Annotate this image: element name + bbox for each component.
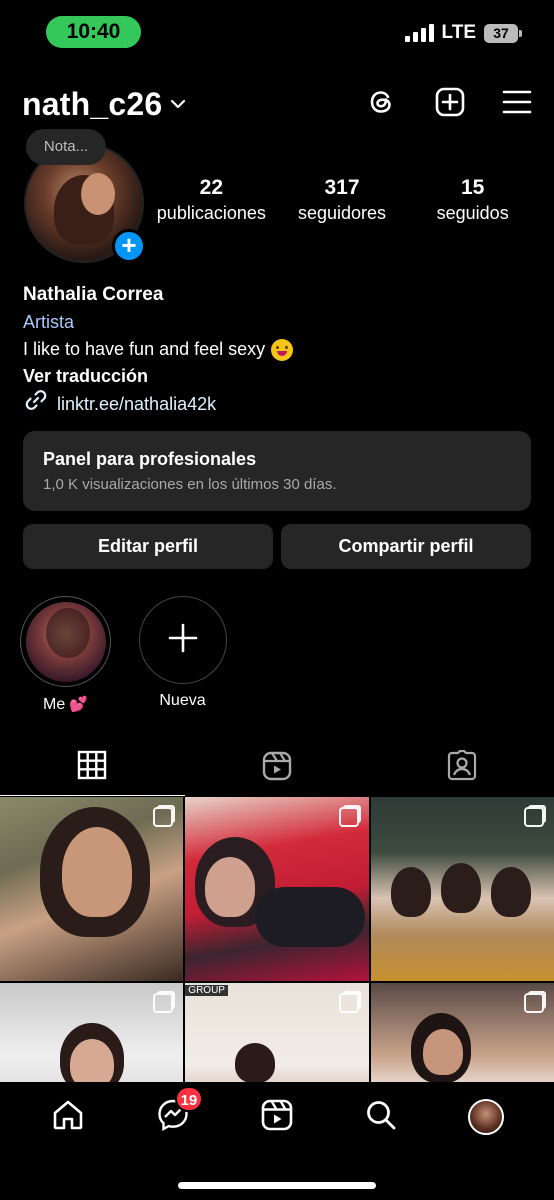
tab-reels[interactable] <box>185 740 370 796</box>
edit-profile-button[interactable]: Editar perfil <box>23 524 273 569</box>
highlight-new-label: Nueva <box>159 692 206 709</box>
messages-badge: 19 <box>174 1085 204 1112</box>
multiple-posts-icon <box>523 807 544 827</box>
post-thumbnail[interactable] <box>185 797 369 981</box>
profile-tabs <box>0 740 554 796</box>
plus-icon <box>167 622 199 659</box>
dashboard-title: Panel para profesionales <box>43 449 257 469</box>
status-indicators: LTE 37 <box>404 22 522 44</box>
tab-posts[interactable] <box>0 740 185 796</box>
username[interactable]: nath_c26 <box>22 86 162 123</box>
multiple-posts-icon <box>153 807 174 827</box>
stat-following-label: seguidos <box>436 203 509 223</box>
threads-icon[interactable] <box>366 86 398 123</box>
stat-followers-label: seguidores <box>297 203 387 223</box>
highlight-me-label: Me <box>43 696 66 713</box>
reels-icon <box>261 750 293 787</box>
link-icon <box>23 387 49 422</box>
translate-link[interactable]: Ver traducción <box>23 363 533 389</box>
chevron-down-icon[interactable] <box>170 97 186 115</box>
stat-followers-count: 317 <box>324 176 360 199</box>
dashboard-subtitle: 1,0 K visualizaciones en los últimos 30 … <box>43 476 337 493</box>
multiple-posts-icon <box>338 807 359 827</box>
highlight-new[interactable]: Nueva <box>137 596 228 714</box>
tab-tagged[interactable] <box>369 740 554 796</box>
highlight-me-ring <box>20 596 111 687</box>
profile-category[interactable]: Artista <box>23 308 533 336</box>
nav-profile[interactable] <box>456 1099 516 1135</box>
menu-icon[interactable] <box>502 89 532 120</box>
stat-following-count: 15 <box>461 176 485 199</box>
heart-icon: 💕 <box>69 696 88 713</box>
search-icon <box>364 1098 398 1137</box>
profile-actions: Editar perfil Compartir perfil <box>23 524 531 569</box>
profile-stats: 22 publicaciones 317 seguidores 15 segui… <box>146 176 538 224</box>
grid-icon <box>77 750 107 785</box>
group-tag: GROUP <box>185 985 228 996</box>
network-type: LTE <box>441 22 476 43</box>
note-bubble[interactable]: Nota... <box>26 129 106 165</box>
highlight-me-image <box>25 601 106 682</box>
multiple-posts-icon <box>338 993 359 1013</box>
battery-icon: 37 <box>484 23 522 43</box>
story-highlights: Me 💕 Nueva <box>20 596 228 714</box>
yum-emoji-icon <box>271 338 294 361</box>
tagged-icon <box>446 749 478 787</box>
multiple-posts-icon <box>153 993 174 1013</box>
share-profile-button[interactable]: Compartir perfil <box>281 524 531 569</box>
nav-reels[interactable] <box>247 1098 307 1137</box>
professional-dashboard[interactable]: Panel para profesionales 1,0 K visualiza… <box>23 431 531 511</box>
nav-messages[interactable]: 19 <box>143 1085 204 1137</box>
stat-posts-label: publicaciones <box>156 203 266 223</box>
stat-posts-count: 22 <box>199 176 224 199</box>
status-time: 10:40 <box>46 16 141 48</box>
post-thumbnail[interactable] <box>0 797 184 981</box>
bio-text: I like to have fun and feel sexy <box>23 339 266 359</box>
profile-header: nath_c26 <box>22 80 532 128</box>
create-post-icon[interactable] <box>434 86 466 123</box>
bio-link[interactable]: linktr.ee/nathalia42k <box>23 389 533 419</box>
new-highlight-ring <box>138 596 227 684</box>
highlight-me[interactable]: Me 💕 <box>20 596 111 714</box>
bio-section: Nathalia Correa Artista I like to have f… <box>23 282 533 419</box>
reels-icon <box>260 1098 294 1137</box>
multiple-posts-icon <box>523 993 544 1013</box>
nav-search[interactable] <box>351 1098 411 1137</box>
home-icon <box>51 1098 85 1137</box>
display-name: Nathalia Correa <box>23 284 164 305</box>
add-story-icon[interactable]: + <box>112 229 146 263</box>
bio-text-row: I like to have fun and feel sexy <box>23 336 533 363</box>
profile-avatar-icon <box>467 1099 504 1135</box>
bottom-navigation: 19 <box>0 1082 554 1200</box>
nav-home[interactable] <box>38 1098 98 1137</box>
profile-avatar-wrap[interactable]: Nota... + <box>24 129 146 263</box>
bio-link-text: linktr.ee/nathalia42k <box>57 394 217 414</box>
home-indicator <box>178 1182 376 1189</box>
post-thumbnail[interactable] <box>370 797 554 981</box>
cellular-signal-icon <box>404 24 434 42</box>
status-bar: 10:40 LTE 37 <box>0 0 554 64</box>
stat-followers[interactable]: 317 seguidores <box>277 176 408 224</box>
stat-following[interactable]: 15 seguidos <box>407 176 538 224</box>
stat-posts[interactable]: 22 publicaciones <box>146 176 277 224</box>
